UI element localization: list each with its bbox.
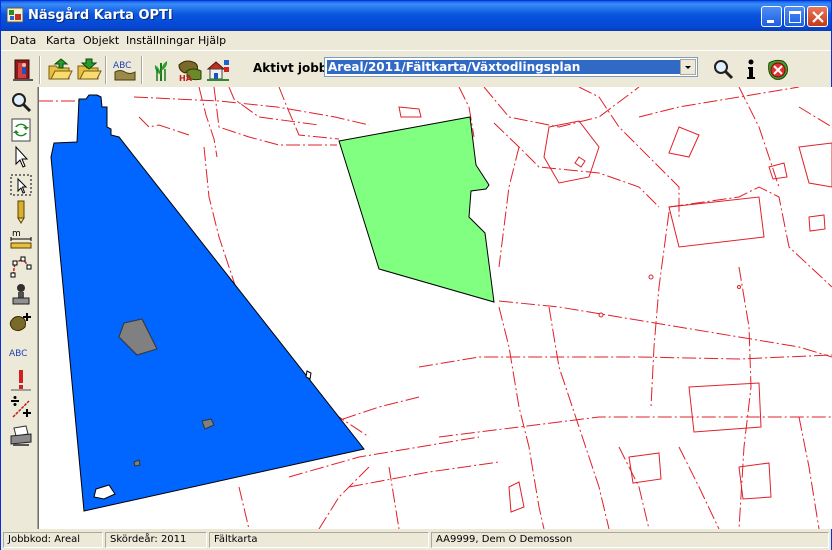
maximize-icon [789, 11, 801, 23]
status-user: AA9999, Dem O Demosson [431, 532, 829, 548]
status-bar: Jobbkod: Areal Skördeår: 2011 Fältkarta … [1, 530, 831, 550]
farm-house-icon[interactable] [205, 57, 231, 83]
split-divide-icon[interactable] [9, 395, 33, 419]
print-map-icon[interactable] [9, 424, 33, 448]
svg-text:HA: HA [179, 74, 193, 83]
menu-data[interactable]: Data [10, 34, 36, 47]
info-icon[interactable] [738, 57, 764, 83]
dropdown-arrow-button[interactable] [680, 59, 696, 75]
active-job-label: Aktivt jobb [253, 61, 328, 75]
map-canvas[interactable] [38, 87, 832, 529]
menu-hjalp[interactable]: Hjälp [198, 34, 226, 47]
field-hole-white [305, 370, 312, 380]
menu-objekt[interactable]: Objekt [83, 34, 119, 47]
crop-plant-icon[interactable] [148, 57, 174, 83]
active-job-dropdown[interactable]: Areal/2011/Fältkarta/Växtodlingsplan [324, 57, 698, 77]
delete-cancel-icon[interactable] [765, 57, 791, 83]
main-toolbar: ABC HA Aktivt jobb Areal/2011/Fältkarta/… [1, 50, 831, 88]
search-zoom-icon[interactable] [710, 57, 736, 83]
alert-marker-icon[interactable] [9, 368, 33, 392]
zoom-tool-icon[interactable] [9, 91, 33, 115]
edit-nodes-icon[interactable] [9, 255, 33, 279]
pencil-draw-icon[interactable] [9, 200, 33, 224]
close-button[interactable] [807, 6, 828, 27]
active-job-value: Areal/2011/Fältkarta/Växtodlingsplan [327, 60, 680, 74]
field-green-polygon[interactable] [338, 116, 495, 303]
open-folder-icon[interactable] [47, 57, 73, 83]
svg-text:ABC: ABC [113, 61, 131, 71]
minimize-button[interactable] [761, 6, 782, 27]
text-label-tool-icon[interactable]: ABC [9, 340, 33, 364]
menu-bar: Data Karta Objekt Inställningar Hjälp [1, 31, 831, 49]
status-job-code: Jobbkod: Areal [3, 532, 103, 548]
window-title: Näsgård Karta OPTI [28, 8, 173, 23]
maximize-button[interactable] [784, 6, 805, 27]
toolbar-separator [105, 56, 107, 84]
map-drawing [39, 87, 832, 529]
left-tool-palette: m ABC [1, 87, 38, 529]
minimize-icon [767, 20, 774, 23]
spellcheck-abc-icon[interactable]: ABC [112, 57, 138, 83]
measure-ruler-icon[interactable]: m [9, 227, 33, 251]
menu-installningar[interactable]: Inställningar [126, 34, 194, 47]
chevron-down-icon [685, 66, 691, 69]
title-bar[interactable]: Näsgård Karta OPTI [1, 1, 831, 31]
application-window: Näsgård Karta OPTI Data Karta Objekt Ins… [0, 0, 832, 550]
app-map-icon [7, 7, 23, 23]
svg-text:ABC: ABC [9, 349, 27, 359]
status-map-type: Fältkarta [209, 532, 429, 548]
hectare-field-icon[interactable]: HA [177, 57, 203, 83]
toolbar-separator [141, 56, 143, 84]
svg-text:m: m [12, 229, 21, 239]
refresh-map-icon[interactable] [9, 118, 33, 142]
select-pointer-icon[interactable] [9, 145, 33, 169]
toolbar-separator [39, 56, 41, 84]
status-harvest-year: Skördeår: 2011 [105, 532, 207, 548]
stamp-tool-icon[interactable] [9, 283, 33, 307]
close-icon [812, 11, 824, 23]
add-field-icon[interactable] [9, 311, 33, 335]
area-select-icon[interactable] [9, 173, 33, 197]
field-blue-polygon[interactable] [50, 94, 365, 512]
menu-karta[interactable]: Karta [46, 34, 75, 47]
exit-door-icon[interactable] [10, 57, 36, 83]
import-folder-icon[interactable] [76, 57, 102, 83]
